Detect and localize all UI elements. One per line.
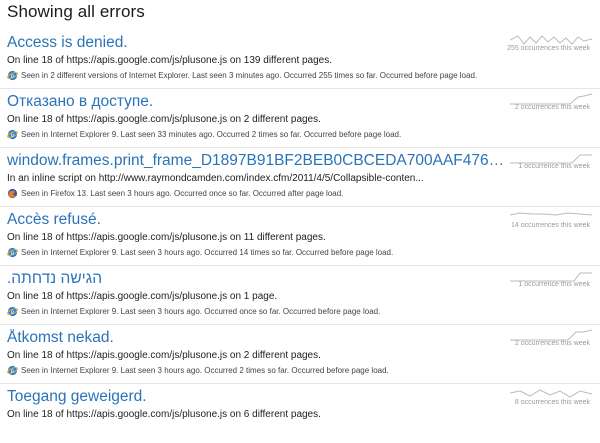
error-meta-text: Seen in 2 different versions of Internet… [21, 71, 478, 80]
error-meta: e Seen in Internet Explorer 9. Last seen… [7, 365, 389, 376]
internet-explorer-icon: e [7, 130, 18, 140]
error-title-link[interactable]: Access is denied. [7, 34, 507, 52]
firefox-icon [7, 188, 18, 199]
error-title-link[interactable]: window.frames.print_frame_D1897B91BF2BEB… [7, 152, 507, 170]
error-meta: e Seen in 2 different versions of Intern… [7, 70, 477, 81]
internet-explorer-icon: e [7, 307, 18, 317]
page-title: Showing all errors [7, 2, 145, 21]
internet-explorer-icon: e [7, 71, 18, 81]
error-row[interactable]: window.frames.print_frame_D1897B91BF2BEB… [0, 148, 600, 207]
errors-list: Access is denied. On line 18 of https://… [0, 30, 600, 443]
error-meta-text: Seen in Internet Explorer 9. Last seen 3… [21, 307, 381, 316]
occurrences-label: 1 occurrence this week [518, 281, 590, 288]
occurrences-label: 2 occurrences this week [514, 340, 590, 347]
error-title-link[interactable]: Toegang geweigerd. [7, 388, 507, 406]
error-description: On line 18 of https://apis.google.com/js… [7, 291, 278, 302]
error-meta: Seen in Firefox 13. Last seen 3 hours ag… [7, 188, 343, 199]
error-row[interactable]: Toegang geweigerd. On line 18 of https:/… [0, 384, 600, 443]
error-description: On line 18 of https://apis.google.com/js… [7, 350, 321, 361]
error-meta: e Seen in Internet Explorer 9. Last seen… [7, 129, 401, 140]
error-meta-text: Seen in Firefox 13. Last seen 3 hours ag… [21, 189, 344, 198]
error-meta-text: Seen in Internet Explorer 9. Last seen 3… [21, 248, 394, 257]
internet-explorer-icon: e [7, 366, 18, 376]
occurrences-label: 1 occurrence this week [518, 163, 590, 170]
svg-text:e: e [11, 248, 14, 257]
internet-explorer-icon: e [7, 248, 18, 258]
error-row[interactable]: Åtkomst nekad. On line 18 of https://api… [0, 325, 600, 384]
svg-text:e: e [11, 366, 14, 375]
error-description: On line 18 of https://apis.google.com/js… [7, 232, 326, 243]
svg-text:e: e [11, 71, 14, 80]
error-row[interactable]: Access is denied. On line 18 of https://… [0, 30, 600, 89]
error-row[interactable]: Отказано в доступе. On line 18 of https:… [0, 89, 600, 148]
error-title-link[interactable]: Отказано в доступе. [7, 93, 507, 111]
error-description: On line 18 of https://apis.google.com/js… [7, 55, 333, 66]
error-description: In an inline script on http://www.raymon… [7, 173, 424, 184]
occurrences-label: 2 occurrences this week [514, 104, 590, 111]
error-row[interactable]: Accès refusé. On line 18 of https://apis… [0, 207, 600, 266]
error-meta: e Seen in Internet Explorer 9. Last seen… [7, 247, 393, 258]
error-meta: e Seen in Internet Explorer 9. Last seen… [7, 306, 380, 317]
error-title-link[interactable]: הגישה נדחתה. [7, 270, 507, 288]
error-meta-text: Seen in Internet Explorer 9. Last seen 3… [21, 130, 402, 139]
error-description: On line 18 of https://apis.google.com/js… [7, 114, 321, 125]
error-meta-text: Seen in Internet Explorer 9. Last seen 3… [21, 366, 389, 375]
occurrences-label: 255 occurrences this week [507, 45, 590, 52]
occurrences-label: 14 occurrences this week [511, 222, 590, 229]
error-row[interactable]: הגישה נדחתה. On line 18 of https://apis.… [0, 266, 600, 325]
error-description: On line 18 of https://apis.google.com/js… [7, 409, 321, 420]
error-title-link[interactable]: Accès refusé. [7, 211, 507, 229]
error-title-link[interactable]: Åtkomst nekad. [7, 329, 507, 347]
occurrences-label: 8 occurrences this week [514, 399, 590, 406]
svg-text:e: e [11, 130, 14, 139]
svg-text:e: e [11, 307, 14, 316]
